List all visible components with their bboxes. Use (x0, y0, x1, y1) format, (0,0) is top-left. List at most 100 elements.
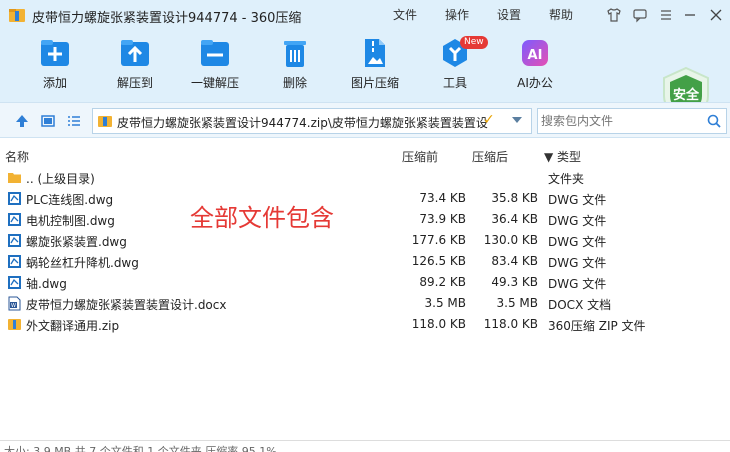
image-compress-button[interactable]: 图片压缩 (340, 36, 410, 91)
file-size-after: 3.5 MB (496, 296, 538, 310)
close-button[interactable] (706, 5, 726, 25)
file-name: 电机控制图.dwg (26, 214, 115, 228)
extract-to-button[interactable]: 解压到 (100, 36, 170, 91)
file-size-after: 118.0 KB (483, 317, 538, 331)
file-size-before: 3.5 MB (424, 296, 466, 310)
list-item[interactable]: 蜗轮丝杠升降机.dwg 126.5 KB 83.4 KB DWG 文件 (0, 251, 730, 272)
title-bar: 皮带恒力螺旋张紧装置设计944774 - 360压缩 文件 操作 设置 帮助 (0, 0, 730, 30)
ai-icon-text: AI (528, 48, 543, 63)
list-view-icon[interactable] (66, 113, 82, 129)
menu-file[interactable]: 文件 (393, 6, 417, 23)
file-type: DWG 文件 (548, 214, 607, 228)
dwg-file-icon (8, 276, 21, 289)
column-header-name[interactable]: 名称 (5, 148, 29, 165)
file-type: 360压缩 ZIP 文件 (548, 319, 646, 333)
file-type: DWG 文件 (548, 235, 607, 249)
folder-icon (8, 173, 21, 183)
column-header-type[interactable]: ▼ 类型 (544, 148, 581, 165)
list-item-parent[interactable]: .. (上级目录) 文件夹 (0, 167, 730, 188)
file-size-before: 177.6 KB (411, 233, 466, 247)
file-size-before: 118.0 KB (411, 317, 466, 331)
list-item[interactable]: 电机控制图.dwg 73.9 KB 36.4 KB DWG 文件 (0, 209, 730, 230)
address-bar: 皮带恒力螺旋张紧装置设计944774.zip\皮带恒力螺旋张紧装置装置设 ✓ (0, 102, 730, 138)
list-item[interactable]: 外文翻译通用.zip 118.0 KB 118.0 KB 360压缩 ZIP 文… (0, 314, 730, 335)
add-button[interactable]: 添加 (20, 36, 90, 91)
file-size-after: 49.3 KB (491, 275, 538, 289)
file-size-before: 73.4 KB (419, 191, 466, 205)
dwg-file-icon (8, 192, 21, 205)
ai-office-label: AI办公 (517, 76, 553, 90)
list-item[interactable]: W 皮带恒力螺旋张紧装置装置设计.docx 3.5 MB 3.5 MB DOCX… (0, 293, 730, 314)
file-type: DWG 文件 (548, 256, 607, 270)
search-box (537, 108, 727, 134)
file-type: DWG 文件 (548, 277, 607, 291)
menu-help[interactable]: 帮助 (549, 6, 573, 23)
one-click-extract-button[interactable]: 一键解压 (180, 36, 250, 91)
one-click-extract-label: 一键解压 (190, 76, 239, 90)
status-bar: 大小: 3.9 MB 共 7 个文件和 1 个文件夹 压缩率 95.1% (0, 440, 730, 452)
search-icon[interactable] (706, 113, 722, 129)
tools-button[interactable]: New 工具 (420, 36, 490, 91)
chat-icon (633, 9, 647, 23)
file-name: 螺旋张紧装置.dwg (26, 235, 127, 249)
file-size-after: 35.8 KB (491, 191, 538, 205)
toolbar: 添加 解压到 一键解压 删除 图片压缩 New 工具 AI AI办公 安全 (0, 30, 730, 122)
app-logo-icon (9, 9, 25, 22)
file-name: 皮带恒力螺旋张紧装置装置设计.docx (26, 298, 227, 312)
svg-text:W: W (11, 303, 16, 309)
path-field[interactable]: 皮带恒力螺旋张紧装置设计944774.zip\皮带恒力螺旋张紧装置装置设 ✓ (92, 108, 532, 134)
add-label: 添加 (42, 76, 67, 90)
delete-button[interactable]: 删除 (260, 36, 330, 91)
skin-button[interactable] (604, 5, 624, 25)
file-size-before: 126.5 KB (411, 254, 466, 268)
dwg-file-icon (8, 213, 21, 226)
dwg-file-icon (8, 234, 21, 247)
menu-operation[interactable]: 操作 (445, 6, 469, 23)
menu-button[interactable] (656, 5, 676, 25)
list-item[interactable]: 轴.dwg 89.2 KB 49.3 KB DWG 文件 (0, 272, 730, 293)
image-compress-icon (365, 39, 385, 67)
zip-folder-icon (98, 116, 112, 127)
file-type: 文件夹 (548, 172, 585, 186)
path-text: 皮带恒力螺旋张紧装置设计944774.zip\皮带恒力螺旋张紧装置装置设 (117, 116, 488, 130)
one-click-extract-icon (201, 40, 229, 66)
ai-office-icon: AI (522, 40, 548, 66)
overlay-annotation: 全部文件包含 (190, 204, 334, 232)
chevron-down-icon[interactable] (511, 114, 523, 126)
thumbnail-view-icon[interactable] (40, 113, 56, 129)
menu-settings[interactable]: 设置 (497, 6, 521, 23)
search-input[interactable] (541, 112, 701, 130)
file-size-after: 83.4 KB (491, 254, 538, 268)
file-type: DOCX 文档 (548, 298, 612, 312)
docx-file-icon: W (8, 296, 21, 311)
file-name: PLC连线图.dwg (26, 193, 114, 207)
minimize-button[interactable] (680, 5, 700, 25)
add-icon (41, 40, 69, 66)
new-badge: New (460, 36, 488, 49)
delete-label: 删除 (282, 76, 307, 90)
window-title: 皮带恒力螺旋张紧装置设计944774 - 360压缩 (32, 11, 302, 26)
extract-to-icon (121, 40, 149, 66)
zip-file-icon (8, 319, 21, 330)
checkmark-icon: ✓ (483, 112, 495, 128)
image-compress-label: 图片压缩 (350, 76, 399, 90)
close-icon (710, 9, 722, 21)
column-header-row: 名称 压缩前 压缩后 ▼ 类型 (0, 144, 730, 166)
column-header-packed[interactable]: 压缩后 (472, 148, 508, 165)
up-arrow-icon[interactable] (14, 113, 30, 129)
delete-icon (284, 41, 306, 67)
list-item[interactable]: PLC连线图.dwg 73.4 KB 35.8 KB DWG 文件 (0, 188, 730, 209)
file-name: 蜗轮丝杠升降机.dwg (26, 256, 139, 270)
dwg-file-icon (8, 255, 21, 268)
extract-to-label: 解压到 (116, 76, 153, 90)
hamburger-icon (661, 10, 671, 20)
minimize-icon (685, 14, 695, 16)
file-type: DWG 文件 (548, 193, 607, 207)
list-item[interactable]: 螺旋张紧装置.dwg 177.6 KB 130.0 KB DWG 文件 (0, 230, 730, 251)
status-text: 大小: 3.9 MB 共 7 个文件和 1 个文件夹 压缩率 95.1% (4, 445, 277, 452)
feedback-button[interactable] (630, 5, 650, 25)
file-name: 轴.dwg (26, 277, 67, 291)
ai-office-button[interactable]: AI AI办公 (500, 36, 570, 91)
security-label: 安全 (673, 87, 700, 103)
column-header-compressed[interactable]: 压缩前 (402, 148, 438, 165)
